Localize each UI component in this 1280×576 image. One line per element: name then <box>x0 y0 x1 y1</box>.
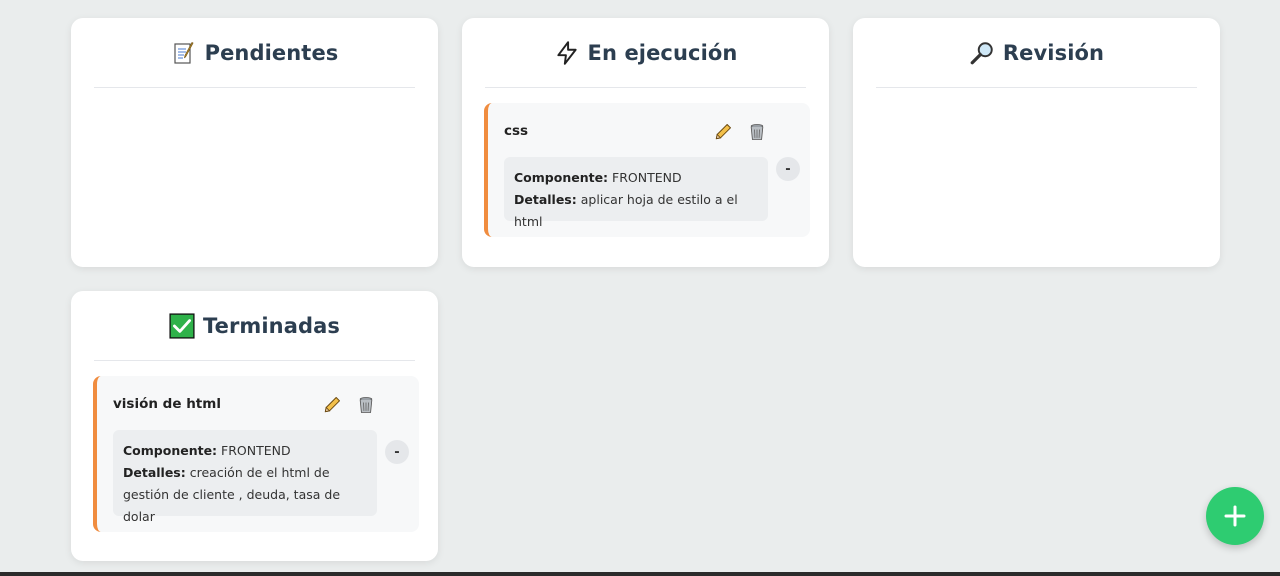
column-header: Terminadas <box>94 291 415 361</box>
column-header: En ejecución <box>485 18 806 88</box>
column-header: Revisión <box>876 18 1197 88</box>
plus-icon <box>1223 504 1247 528</box>
collapse-button[interactable]: - <box>385 440 409 464</box>
trash-icon[interactable] <box>746 121 768 143</box>
memo-icon <box>171 40 197 66</box>
column-title: Terminadas <box>202 313 341 338</box>
task-details: Componente: FRONTEND Detalles: creación … <box>113 430 377 524</box>
pencil-icon[interactable] <box>321 394 343 416</box>
column-title: Revisión <box>1002 40 1105 65</box>
pencil-icon[interactable] <box>712 121 734 143</box>
column-title: Pendientes <box>204 40 339 65</box>
component-value: FRONTEND <box>612 170 682 185</box>
trash-icon[interactable] <box>355 394 377 416</box>
bottom-bar <box>0 572 1280 576</box>
column-en-ejecucion: En ejecución css Componente: FRONTEND De… <box>462 18 829 267</box>
add-task-button[interactable] <box>1206 487 1264 545</box>
task-title: visión de html <box>113 396 221 412</box>
column-pendientes: Pendientes <box>71 18 438 267</box>
component-label: Componente: <box>123 443 218 458</box>
column-header: Pendientes <box>94 18 415 88</box>
lightning-icon <box>554 40 580 66</box>
task-card[interactable]: css Componente: FRONTEND Detalles: aplic… <box>484 103 810 237</box>
task-actions <box>321 394 377 416</box>
magnifier-icon <box>969 40 995 66</box>
check-box-icon <box>169 312 195 339</box>
details-label: Detalles: <box>514 192 577 207</box>
component-value: FRONTEND <box>221 443 291 458</box>
collapse-button[interactable]: - <box>776 157 800 181</box>
column-revision: Revisión <box>853 18 1220 267</box>
task-card[interactable]: visión de html Componente: FRONTEND Deta… <box>93 376 419 532</box>
task-details: Componente: FRONTEND Detalles: aplicar h… <box>504 157 768 229</box>
task-actions <box>712 121 768 143</box>
task-title: css <box>504 123 529 139</box>
column-terminadas: Terminadas visión de html Componente: FR… <box>71 291 438 561</box>
kanban-board: Pendientes En ejecución css Componente: … <box>0 0 1280 576</box>
details-label: Detalles: <box>123 465 186 480</box>
column-title: En ejecución <box>587 40 738 65</box>
component-label: Componente: <box>514 170 609 185</box>
